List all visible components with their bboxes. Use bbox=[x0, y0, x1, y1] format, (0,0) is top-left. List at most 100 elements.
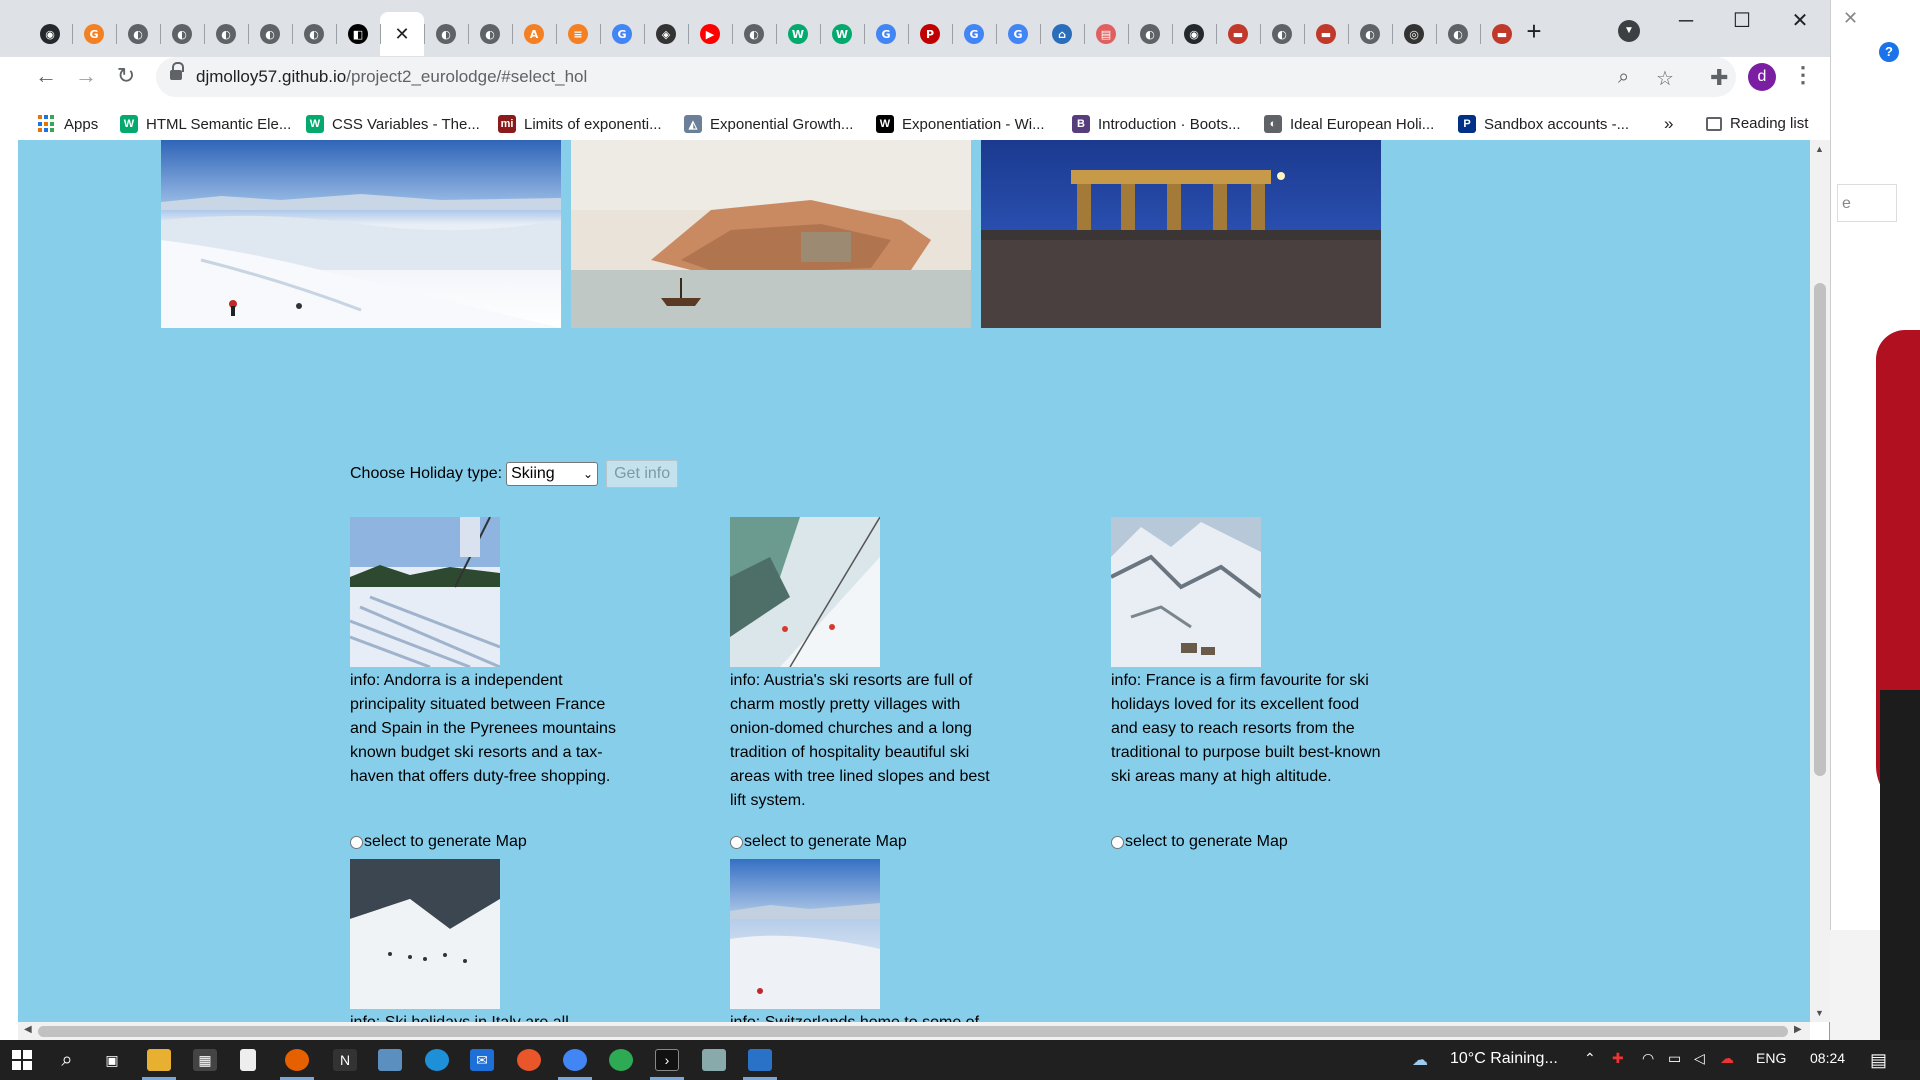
browser-tab[interactable]: G bbox=[952, 12, 996, 56]
store-icon[interactable]: ▦ bbox=[193, 1049, 217, 1071]
back-button[interactable]: ← bbox=[28, 63, 64, 89]
bookmark-item[interactable]: W HTML Semantic Ele... bbox=[120, 115, 291, 133]
browser-tab[interactable]: W bbox=[776, 12, 820, 56]
browser-tab[interactable]: G bbox=[600, 12, 644, 56]
maximize-button[interactable]: ☐ bbox=[1714, 6, 1770, 36]
notification-app-icon[interactable]: ✚ bbox=[1612, 1050, 1624, 1067]
bookmark-item[interactable]: W CSS Variables - The... bbox=[306, 115, 480, 133]
browser-tab[interactable]: ◐ bbox=[424, 12, 468, 56]
bookmark-item[interactable]: B Introduction · Boots... bbox=[1072, 115, 1241, 133]
task-view-icon[interactable]: ▣ bbox=[100, 1049, 124, 1071]
extensions-icon[interactable]: ✚ bbox=[1710, 65, 1728, 91]
bookmark-item[interactable]: W Exponentiation - Wi... bbox=[876, 115, 1045, 133]
map-radio-option[interactable]: select to generate Map bbox=[350, 830, 527, 854]
browser-tab[interactable]: ◐ bbox=[204, 12, 248, 56]
language-indicator[interactable]: ENG bbox=[1756, 1050, 1786, 1066]
bookmark-item[interactable]: ◐ Ideal European Holi... bbox=[1264, 115, 1434, 133]
browser-tab[interactable]: ◐ bbox=[1260, 12, 1304, 56]
browser-tab[interactable]: G bbox=[72, 12, 116, 56]
browser-tab[interactable]: ▬ bbox=[1304, 12, 1348, 56]
browser-tab[interactable]: ◧ bbox=[336, 12, 380, 56]
browser-tab[interactable]: ◎ bbox=[1392, 12, 1436, 56]
file-explorer-icon[interactable] bbox=[147, 1049, 171, 1071]
bookmark-item[interactable]: ◭ Exponential Growth... bbox=[684, 115, 853, 133]
browser-tab[interactable]: ◐ bbox=[1128, 12, 1172, 56]
profile-avatar[interactable]: d bbox=[1748, 63, 1776, 91]
browser-tab[interactable]: ◐ bbox=[1436, 12, 1480, 56]
browser-tab[interactable]: ✕ bbox=[380, 12, 424, 56]
new-tab-button[interactable]: + bbox=[1518, 16, 1550, 47]
reload-button[interactable]: ↻ bbox=[108, 63, 144, 89]
holiday-type-select[interactable]: Skiing ⌄ bbox=[506, 462, 599, 486]
map-radio-option[interactable]: select to generate Map bbox=[730, 830, 907, 854]
browser-tab[interactable]: ◈ bbox=[644, 12, 688, 56]
browser-tab[interactable]: G bbox=[864, 12, 908, 56]
close-window-button[interactable]: ✕ bbox=[1772, 6, 1828, 36]
browser-tab[interactable]: ◐ bbox=[292, 12, 336, 56]
map-radio-button[interactable] bbox=[350, 835, 363, 849]
onedrive-icon[interactable]: ☁ bbox=[1720, 1050, 1734, 1067]
horizontal-scroll-thumb[interactable] bbox=[38, 1026, 1788, 1037]
zoom-icon[interactable]: ⌕ bbox=[1618, 66, 1629, 89]
chrome-taskbar-icon[interactable] bbox=[563, 1049, 587, 1071]
browser-tab[interactable]: ◐ bbox=[732, 12, 776, 56]
mail-icon[interactable]: ✉ bbox=[470, 1049, 494, 1071]
browser-tab[interactable]: ◐ bbox=[468, 12, 512, 56]
clock-time[interactable]: 08:24 bbox=[1810, 1050, 1845, 1066]
browser-tab[interactable]: ▶ bbox=[688, 12, 732, 56]
terminal-icon[interactable]: › bbox=[655, 1049, 679, 1071]
windows-start-icon[interactable] bbox=[10, 1049, 34, 1071]
browser-tab[interactable]: ≡ bbox=[556, 12, 600, 56]
scroll-down-icon[interactable]: ▼ bbox=[1815, 1008, 1824, 1018]
browser-tab[interactable]: ◉ bbox=[1172, 12, 1216, 56]
map-radio-button[interactable] bbox=[1111, 835, 1124, 849]
reading-list-button[interactable]: Reading list bbox=[1706, 115, 1808, 132]
weather-icon[interactable]: ☁ bbox=[1412, 1050, 1428, 1070]
close-icon[interactable]: ✕ bbox=[1843, 8, 1858, 29]
notepad-icon[interactable] bbox=[240, 1049, 256, 1071]
map-radio-button[interactable] bbox=[730, 835, 743, 849]
weather-text[interactable]: 10°C Raining... bbox=[1450, 1050, 1558, 1068]
bookmarks-more-button[interactable]: » bbox=[1664, 114, 1673, 134]
photos-icon[interactable] bbox=[748, 1049, 772, 1071]
browser-tab[interactable]: ▤ bbox=[1084, 12, 1128, 56]
edge-icon[interactable] bbox=[425, 1049, 449, 1071]
scroll-right-icon[interactable]: ▶ bbox=[1794, 1024, 1802, 1035]
browser-tab[interactable]: G bbox=[996, 12, 1040, 56]
address-bar[interactable]: djmolloy57.github.io/project2_eurolodge/… bbox=[156, 57, 1736, 97]
notion-icon[interactable]: N bbox=[333, 1049, 357, 1071]
tray-chevron-icon[interactable]: ⌃ bbox=[1584, 1050, 1596, 1067]
close-icon[interactable]: ✕ bbox=[392, 24, 412, 45]
app-icon[interactable] bbox=[378, 1049, 402, 1071]
paint-icon[interactable] bbox=[702, 1049, 726, 1071]
bookmark-item[interactable]: Apps bbox=[38, 115, 98, 133]
get-info-button[interactable]: Get info bbox=[606, 460, 679, 488]
browser-tab[interactable]: ◐ bbox=[1348, 12, 1392, 56]
browser-tab[interactable]: ▬ bbox=[1216, 12, 1260, 56]
browser-tab[interactable]: ◐ bbox=[248, 12, 292, 56]
scroll-up-icon[interactable]: ▲ bbox=[1815, 144, 1824, 154]
map-radio-option[interactable]: select to generate Map bbox=[1111, 830, 1288, 854]
bookmark-item[interactable]: mi Limits of exponenti... bbox=[498, 115, 662, 133]
browser-tab[interactable]: A bbox=[512, 12, 556, 56]
notifications-icon[interactable]: ▤ bbox=[1870, 1050, 1887, 1071]
forward-button[interactable]: → bbox=[68, 63, 104, 89]
background-input[interactable]: e bbox=[1837, 184, 1897, 222]
bookmark-star-icon[interactable]: ☆ bbox=[1656, 66, 1674, 91]
bookmark-item[interactable]: P Sandbox accounts -... bbox=[1458, 115, 1629, 133]
tab-search-icon[interactable]: ▼ bbox=[1618, 20, 1640, 42]
search-icon[interactable]: ⌕ bbox=[55, 1049, 79, 1071]
wifi-icon[interactable]: ◠ bbox=[1642, 1050, 1654, 1067]
volume-icon[interactable]: ◁ bbox=[1694, 1050, 1705, 1067]
firefox-icon[interactable] bbox=[285, 1049, 309, 1071]
lock-icon[interactable] bbox=[170, 62, 184, 82]
minimize-button[interactable]: ─ bbox=[1658, 6, 1714, 36]
vertical-scrollbar[interactable]: ▲ ▼ bbox=[1810, 140, 1830, 1022]
vertical-scroll-thumb[interactable] bbox=[1814, 283, 1826, 776]
help-icon[interactable]: ? bbox=[1879, 42, 1899, 62]
browser-tab[interactable]: ◐ bbox=[160, 12, 204, 56]
green-app-icon[interactable] bbox=[609, 1049, 633, 1071]
browser-tab[interactable]: W bbox=[820, 12, 864, 56]
battery-icon[interactable]: ▭ bbox=[1668, 1050, 1681, 1067]
browser-tab[interactable]: ⌂ bbox=[1040, 12, 1084, 56]
